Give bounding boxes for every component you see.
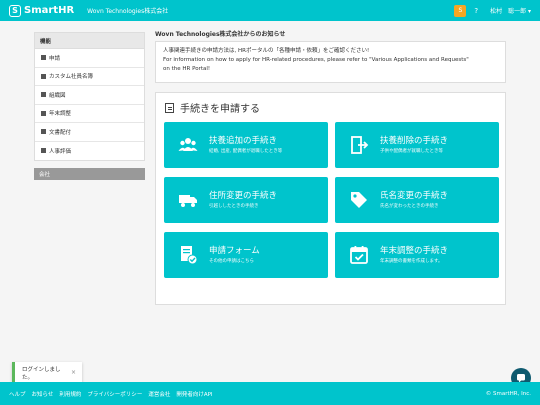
sidebar-item-label: 組織図: [49, 92, 66, 99]
user-first-name[interactable]: 聡一郎 ▾: [508, 6, 531, 15]
org-chart-icon: [41, 92, 46, 98]
sidebar: 機能 申請 カスタム社員名簿 組織図 年末調整 文書配付 人事評価: [34, 32, 145, 161]
apply-title-text: 手続きを申請する: [180, 104, 260, 115]
sidebar-item-evaluation[interactable]: 人事評価: [35, 142, 144, 161]
footer-link-help[interactable]: ヘルプ: [9, 390, 26, 398]
help-icon[interactable]: ?: [474, 7, 478, 15]
tile-remove-dependent[interactable]: 扶養削除の手続き 子供や配偶者が就職したとき等: [335, 122, 499, 168]
tile-title: 年末調整の手続き: [380, 246, 449, 256]
footer-link-company[interactable]: 運営会社: [148, 390, 170, 398]
login-toast: ログインしました。 ×: [12, 362, 82, 383]
sidebar-item-custom-roster[interactable]: カスタム社員名簿: [35, 68, 144, 86]
roster-icon: [41, 73, 46, 79]
document-icon: [165, 102, 174, 113]
top-header: S SmartHR Wovn Technologies株式会社 S ? 松村 聡…: [0, 0, 540, 21]
sidebar-item-org-chart[interactable]: 組織図: [35, 86, 144, 105]
footer: ヘルプ お知らせ 利用規約 プライバシーポリシー 運営会社 開発者向けAPI ©…: [0, 382, 540, 405]
tile-title: 扶養追加の手続き: [209, 136, 278, 146]
logo-mark: S: [9, 4, 21, 17]
application-icon: [41, 55, 46, 61]
tile-add-dependent[interactable]: 扶養追加の手続き 結婚, 出産, 配偶者が退職したとき等: [164, 122, 328, 168]
apply-title: 手続きを申請する: [165, 100, 260, 115]
footer-link-privacy[interactable]: プライバシーポリシー: [87, 390, 142, 398]
tag-icon: [351, 192, 367, 208]
sidebar-item-label: 人事評価: [49, 148, 72, 155]
sidebar-company[interactable]: 会社: [34, 168, 145, 180]
sidebar-item-application[interactable]: 申請: [35, 49, 144, 68]
user-last-name[interactable]: 松村: [490, 6, 502, 15]
tile-desc: 年末調整の書類を作成します。: [380, 259, 443, 264]
tile-name-change[interactable]: 氏名変更の手続き 氏名が変わったときの手続き: [335, 177, 499, 223]
tile-title: 扶養削除の手続き: [380, 136, 449, 146]
logo-text: SmartHR: [24, 5, 75, 16]
header-right: S ? 松村 聡一郎 ▾: [454, 4, 531, 17]
sidebar-item-label: カスタム社員名簿: [49, 74, 94, 81]
tile-desc: その他の申請はこちら: [209, 259, 254, 264]
sidebar-item-year-end[interactable]: 年末調整: [35, 105, 144, 123]
year-end-icon: [41, 110, 46, 116]
sidebar-item-label: 年末調整: [49, 111, 72, 118]
tile-desc: 引越ししたときの手続き: [209, 204, 259, 209]
notice-line-jp: 人事関連手続きの申請方法は, HRポータルの「各種申請・依頼」をご確認ください!: [163, 48, 370, 54]
truck-icon: [179, 195, 197, 207]
sidebar-heading: 機能: [35, 33, 144, 49]
tile-application-form[interactable]: 申請フォーム その他の申請はこちら: [164, 232, 328, 278]
footer-link-terms[interactable]: 利用規約: [59, 390, 81, 398]
tile-title: 住所変更の手続き: [209, 191, 278, 201]
copyright: © SmartHR, Inc.: [485, 390, 531, 397]
tile-address-change[interactable]: 住所変更の手続き 引越ししたときの手続き: [164, 177, 328, 223]
people-icon: [178, 138, 198, 151]
company-name: Wovn Technologies株式会社: [87, 8, 169, 15]
tile-title: 申請フォーム: [209, 246, 260, 256]
tile-desc: 子供や配偶者が就職したとき等: [380, 149, 443, 154]
notice-line-en: For information on how to apply for HR-r…: [163, 57, 469, 63]
toast-message: ログインしました。: [22, 366, 61, 381]
notice-line-en-2: on the HR Portal!: [163, 66, 211, 72]
notice-title: Wovn Technologies株式会社からのお知らせ: [155, 31, 286, 38]
smarthr-logo[interactable]: S SmartHR: [9, 4, 75, 17]
tile-title: 氏名変更の手続き: [380, 191, 449, 201]
exit-door-icon: [351, 136, 369, 154]
sidebar-item-documents[interactable]: 文書配付: [35, 123, 144, 142]
form-check-icon: [181, 246, 198, 265]
notice-box: 人事関連手続きの申請方法は, HRポータルの「各種申請・依頼」をご確認ください!…: [155, 41, 506, 83]
close-icon[interactable]: ×: [71, 369, 76, 376]
sidebar-item-label: 申請: [49, 55, 61, 62]
tile-desc: 氏名が変わったときの手続き: [380, 204, 439, 209]
footer-link-api[interactable]: 開発者向けAPI: [176, 390, 212, 398]
calendar-check-icon: [350, 246, 368, 264]
document-icon: [41, 129, 46, 135]
apply-panel: 手続きを申請する 扶養追加の手続き 結婚, 出産, 配偶者が退職したとき等 扶養…: [155, 92, 506, 305]
tile-desc: 結婚, 出産, 配偶者が退職したとき等: [209, 149, 283, 154]
evaluation-icon: [41, 148, 46, 154]
footer-link-news[interactable]: お知らせ: [32, 390, 54, 398]
sidebar-item-label: 文書配付: [49, 129, 72, 136]
avatar[interactable]: S: [454, 4, 467, 17]
tile-year-end-adjustment[interactable]: 年末調整の手続き 年末調整の書類を作成します。: [335, 232, 499, 278]
